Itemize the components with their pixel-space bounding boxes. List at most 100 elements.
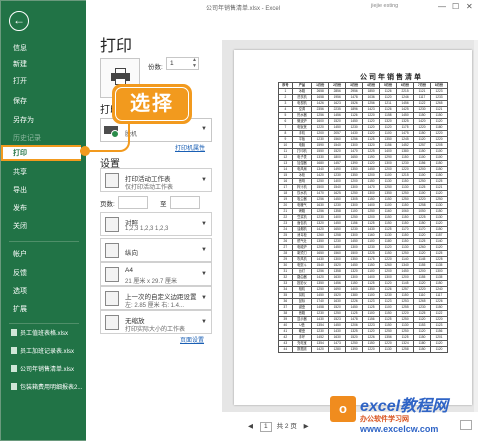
watermark-subtitle: 办公软件学习网	[360, 416, 409, 423]
margins-select[interactable]: 上一次的自定义边距设置 左: 2.85 厘米 右: 1.4... ▼	[100, 286, 212, 310]
restore-icon[interactable]: ☐	[452, 2, 459, 11]
copies-label: 份数:	[148, 64, 163, 71]
table-cell: 数据线	[291, 346, 313, 353]
user-name[interactable]: jiejie esting	[371, 3, 398, 9]
table-cell: 1150	[413, 346, 431, 353]
backstage-sidebar: ← 信息 新建 打开 保存 另存为 历史记录 打印 共享 导出 发布 关闭 帐户…	[0, 0, 86, 441]
nav-new[interactable]: 新建	[1, 57, 87, 73]
setting-label: 纵向	[125, 250, 138, 257]
orientation-select[interactable]: 纵向 ▼	[100, 238, 212, 262]
page-setup-link[interactable]: 页面设置	[180, 335, 204, 344]
sheet-title: 公司年销售清单	[360, 74, 423, 81]
nav-open[interactable]: 打开	[1, 74, 87, 90]
scaling-select[interactable]: 无缩放 打印实际大小的工作表 ▼	[100, 310, 212, 334]
pages-to-label: 至	[160, 201, 167, 208]
recent-file[interactable]: 员工值班表格.xlsx	[1, 327, 87, 341]
setting-detail: 仅打印活动工作表	[125, 185, 174, 191]
pages-range: 页数: 至	[100, 196, 212, 209]
watermark-logo: o	[330, 396, 356, 422]
chevron-down-icon: ▼	[201, 177, 207, 183]
pages-from-input[interactable]	[118, 196, 148, 209]
nav-options[interactable]: 选项	[1, 284, 87, 300]
chevron-down-icon: ▼	[201, 221, 207, 227]
prev-page-icon[interactable]: ◀	[248, 423, 253, 430]
setting-detail: 左: 2.85 厘米 右: 1.4...	[125, 303, 185, 309]
nav-share[interactable]: 共享	[1, 165, 87, 181]
sidebar-divider	[9, 323, 79, 324]
pages-to-input[interactable]	[170, 196, 200, 209]
recent-file[interactable]: 公司年销售清单.xlsx	[1, 363, 87, 377]
preview-scrollbar[interactable]	[474, 40, 478, 412]
next-page-icon[interactable]: ▶	[304, 423, 309, 430]
excel-file-icon	[11, 329, 17, 336]
back-arrow-icon[interactable]: ←	[9, 11, 29, 31]
preview-table: 序号 产品 1月份 2月份 3月份 4月份 5月份 6月份 7月份 8月份 1 冰箱 2658 2856 2…	[278, 82, 448, 382]
excel-file-icon	[11, 347, 17, 354]
nav-feedback[interactable]: 反馈	[1, 266, 87, 282]
table-cell: 1220	[362, 346, 381, 353]
print-what-select[interactable]: 打印活动工作表 仅打印活动工作表 ▼	[100, 168, 212, 192]
sales-table: 序号 产品 1月份 2月份 3月份 4月份 5月份 6月份 7月份 8月份 1 冰箱 2658 2856 2…	[278, 82, 448, 353]
preview-page: 公司年销售清单 序号 产品 1月份 2月份 3月份 4月份 5月份 6月份 7月份 8月份 1 冰箱 2…	[234, 50, 472, 405]
nav-extensions[interactable]: 扩展	[1, 302, 87, 318]
paper-icon	[105, 267, 119, 282]
setting-label: A4	[125, 267, 133, 274]
close-icon[interactable]: ✕	[466, 2, 473, 11]
excel-file-icon	[11, 383, 17, 390]
table-row: 44 数据线 1420 1280 1390 1220 1130 1258 1150 1120	[278, 346, 448, 353]
printer-properties-link[interactable]: 打印机属性	[175, 143, 205, 152]
setting-detail: 21 厘米 x 29.7 厘米	[125, 279, 178, 285]
nav-close[interactable]: 关闭	[1, 219, 87, 235]
page-navigator: ◀ 1 共 2 页 ▶	[248, 420, 314, 432]
nav-account[interactable]: 帐户	[1, 247, 87, 263]
table-cell: 1280	[328, 346, 347, 353]
page-title: 打印	[100, 38, 133, 55]
table-cell: 1120	[430, 346, 448, 353]
excel-file-icon	[11, 365, 17, 372]
table-cell: 1130	[379, 346, 398, 353]
nav-save-as[interactable]: 另存为	[1, 113, 87, 129]
callout-dot	[80, 146, 90, 156]
minimize-icon[interactable]: —	[438, 2, 446, 11]
watermark-brand: excel教程网	[360, 398, 449, 415]
nav-publish[interactable]: 发布	[1, 201, 87, 217]
recent-file-label: 公司年销售清单.xlsx	[20, 367, 75, 373]
page-total: 共 2 页	[276, 423, 297, 430]
callout-bubble: 选择	[112, 84, 192, 124]
copies-value: 1	[170, 60, 174, 67]
spinner-icon[interactable]: ▲ ▼	[192, 57, 197, 69]
chevron-down-icon: ▼	[201, 295, 207, 301]
table-cell: 1258	[396, 346, 415, 353]
recent-file-label: 员工值班表格.xlsx	[20, 331, 69, 337]
paper-size-select[interactable]: A4 21 厘米 x 29.7 厘米 ▼	[100, 262, 212, 286]
collate-select[interactable]: 对照 1,2,3 1,2,3 1,2,3 ▼	[100, 212, 212, 236]
chevron-down-icon: ▼	[201, 319, 207, 325]
copies-input[interactable]: 1 ▲ ▼	[166, 57, 199, 70]
chevron-down-icon: ▼	[201, 247, 207, 253]
nav-info[interactable]: 信息	[1, 41, 87, 57]
chevron-down-icon: ▼	[201, 126, 207, 132]
table-cell: 1390	[345, 346, 364, 353]
title-bar: 公司年销售清单.xlsx - Excel jiejie esting — ☐ ✕	[86, 0, 480, 18]
nav-print[interactable]: 打印	[1, 145, 81, 161]
nav-save[interactable]: 保存	[1, 94, 87, 110]
setting-detail: 打印实际大小的工作表	[125, 327, 186, 333]
watermark: o excel教程网 办公软件学习网 www.excelcw.com	[330, 390, 480, 441]
chevron-down-icon: ▼	[201, 271, 207, 277]
pages-label: 页数:	[100, 201, 115, 208]
watermark-url: www.excelcw.com	[360, 424, 439, 434]
setting-detail: 1,2,3 1,2,3 1,2,3	[125, 226, 169, 232]
current-page-input[interactable]: 1	[259, 422, 272, 432]
margins-icon	[105, 291, 119, 306]
recent-file[interactable]: 包装箱费用明细报表2...	[1, 381, 87, 395]
scaling-icon	[105, 315, 119, 330]
sidebar-divider	[9, 241, 79, 242]
collate-icon	[105, 217, 119, 232]
window-title: 公司年销售清单.xlsx - Excel	[206, 6, 281, 12]
sheet-icon	[105, 173, 119, 188]
nav-export[interactable]: 导出	[1, 183, 87, 199]
table-cell: 1420	[311, 346, 330, 353]
recent-file-label: 员工加班记录表.xlsx	[20, 349, 75, 355]
recent-file[interactable]: 员工加班记录表.xlsx	[1, 345, 87, 359]
table-cell: 44	[278, 346, 293, 353]
